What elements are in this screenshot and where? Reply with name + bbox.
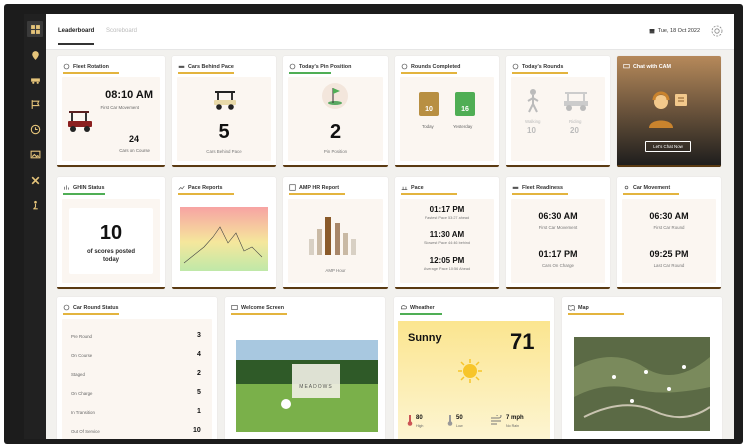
fleet-rotation-card[interactable]: Fleet Rotation 08:10 AM First Car Moveme…: [57, 56, 165, 167]
ghin-status-card[interactable]: GHIN Status 10 of scores posted today: [57, 177, 165, 289]
amp-hour-bar-chart: [309, 217, 356, 255]
welcome-screen-card[interactable]: Welcome Screen MEADOWS: [225, 297, 385, 439]
list-item: Staged: [71, 372, 85, 377]
image-icon: [231, 305, 238, 310]
rotation-icon: [63, 63, 70, 70]
card-title: Rounds Completed: [401, 63, 460, 70]
card-title: Car Movement: [623, 184, 670, 191]
image-icon[interactable]: [27, 146, 43, 162]
calendar-icon: [649, 29, 655, 34]
cart-icon: [512, 186, 519, 189]
card-title: Chat with CAM: [623, 63, 671, 70]
pin-icon[interactable]: [27, 47, 43, 63]
card-title: Today's Rounds: [512, 63, 563, 70]
sun-icon: [624, 185, 629, 190]
active-tab-underline: [58, 43, 94, 45]
clock-icon: [512, 63, 519, 70]
list-item: Pre Round: [71, 334, 92, 339]
card-title: Fleet Rotation: [63, 63, 109, 70]
weather-temp: 71: [510, 329, 535, 354]
ghin-scores-value: 10: [99, 222, 123, 244]
card-title: Map: [568, 304, 589, 311]
lets-chat-button[interactable]: Let's Chat Now: [645, 141, 691, 152]
sidebar: [24, 14, 46, 439]
grid-icon[interactable]: [27, 21, 43, 37]
stats-icon: [64, 185, 69, 190]
course-map-image[interactable]: [574, 337, 710, 431]
tab-scoreboard[interactable]: Scoreboard: [106, 28, 137, 34]
clock-icon: [289, 63, 296, 70]
card-title: Fleet Readiness: [512, 184, 563, 191]
card-title: Welcome Screen: [231, 304, 284, 311]
rounds-completed-card[interactable]: Rounds Completed 10 16 Today Yesterday: [395, 56, 499, 167]
cars-behind-value: 5: [218, 121, 230, 143]
cars-behind-pace-card[interactable]: Cars Behind Pace 5 Cars Behind Pace: [172, 56, 276, 167]
top-bar: Leaderboard Scoreboard Tue, 18 Oct 2022: [46, 14, 734, 50]
car-movement-card[interactable]: Car Movement 06:30 AM First Car Round 09…: [617, 177, 721, 289]
car-round-status-card[interactable]: Car Round Status Pre Round 3 On Course 4…: [57, 297, 217, 439]
wind-icon: [491, 415, 502, 425]
pace-reports-card[interactable]: Pace Reports: [172, 177, 276, 289]
map-card[interactable]: Map: [562, 297, 722, 439]
list-item: On Charge: [71, 391, 93, 396]
pin-flag-icon: [322, 83, 348, 109]
card-title: GHIN Status: [63, 184, 104, 191]
walking-icon: [527, 89, 539, 113]
cloud-icon: [401, 305, 407, 310]
fleet-readiness-card[interactable]: Fleet Readiness 06:30 AM First Car Movem…: [506, 177, 610, 289]
golf-cart-icon: [214, 91, 236, 110]
card-title: Wheather: [400, 304, 435, 311]
sun-icon: [458, 359, 482, 383]
todays-rounds-card[interactable]: Today's Rounds Walking Riding 10 20: [506, 56, 610, 167]
report-icon: [178, 185, 185, 190]
pin-position-value: 2: [329, 121, 342, 143]
riding-cart-icon: [564, 92, 588, 111]
thermometer-icon: [447, 415, 453, 426]
golf-cart-icon: [68, 111, 92, 132]
card-title: Pace Reports: [178, 184, 222, 191]
amp-hr-report-card[interactable]: AMP HR Report AMP Hour: [283, 177, 388, 289]
assistant-avatar-icon: [649, 91, 687, 128]
first-car-time: 08:10 AM: [105, 89, 153, 101]
current-date: Tue, 18 Oct 2022: [657, 28, 700, 34]
tab-leaderboard[interactable]: Leaderboard: [58, 28, 94, 34]
report-icon: [289, 184, 296, 191]
pace-card[interactable]: Pace 01:17 PM Fastest Pace 53:27 ahead 1…: [395, 177, 499, 289]
cart-icon: [178, 65, 185, 68]
map-icon: [568, 304, 575, 311]
weather-condition: Sunny: [408, 332, 442, 344]
list-item: On Course: [71, 353, 93, 358]
card-title: Today's Pin Position: [289, 63, 351, 70]
date-display: Tue, 18 Oct 2022: [649, 28, 700, 34]
monitor-frame: Leaderboard Scoreboard Tue, 18 Oct 2022 …: [4, 4, 743, 444]
app-screen: Leaderboard Scoreboard Tue, 18 Oct 2022 …: [24, 14, 734, 439]
flag-icon[interactable]: [27, 96, 43, 112]
clock-icon: [63, 304, 70, 311]
tools-icon[interactable]: [27, 172, 43, 188]
cart-icon[interactable]: [27, 71, 43, 87]
chat-with-cam-card[interactable]: Chat with CAM Let's Chat Now: [617, 56, 721, 167]
card-title: Pace: [401, 184, 424, 191]
clock-icon[interactable]: [27, 121, 43, 137]
pace-icon: [401, 186, 408, 190]
cars-on-course-count: 24: [128, 134, 139, 144]
gear-icon[interactable]: [710, 24, 724, 38]
weather-card[interactable]: Wheather Sunny 71 80 High 50 Low 7 mph N…: [394, 297, 554, 439]
clock-icon: [401, 63, 408, 70]
list-item: In Transition: [71, 410, 95, 415]
pace-trend-chart: [180, 207, 268, 271]
card-title: Car Round Status: [63, 304, 119, 311]
golfer-icon[interactable]: [27, 197, 43, 213]
chat-icon: [623, 64, 630, 69]
list-item: Out Of Service: [71, 429, 100, 434]
meadows-logo: MEADOWS: [299, 384, 333, 390]
card-title: AMP HR Report: [289, 184, 339, 191]
thermometer-icon: [407, 415, 413, 426]
pin-position-card[interactable]: Today's Pin Position 2 Pin Position: [283, 56, 388, 167]
card-title: Cars Behind Pace: [178, 63, 234, 70]
